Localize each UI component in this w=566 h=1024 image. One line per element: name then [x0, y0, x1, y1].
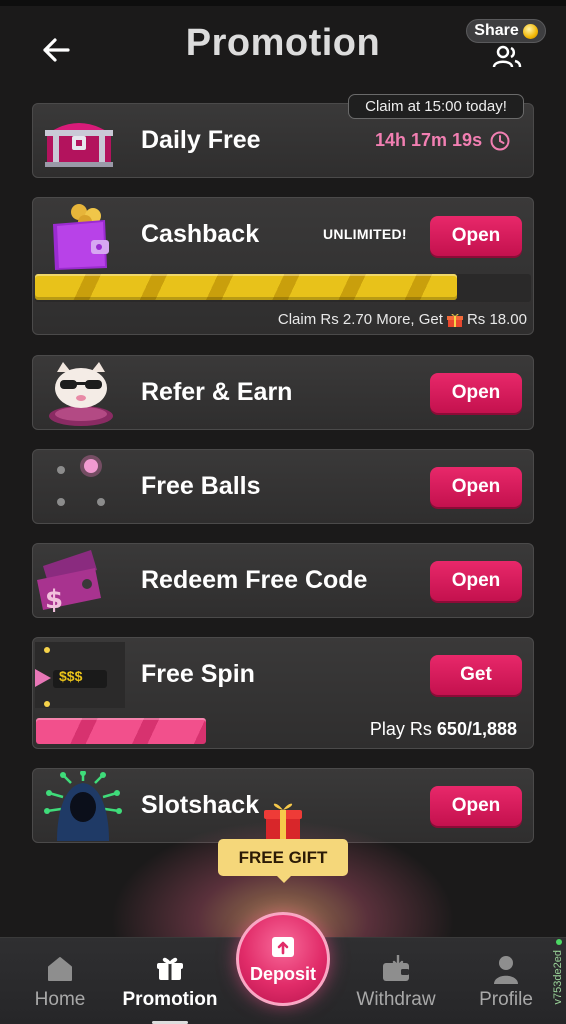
- deposit-icon: [272, 936, 294, 957]
- free-gift-button[interactable]: FREE GIFT: [218, 839, 348, 876]
- redeem-code-open-button[interactable]: Open: [430, 561, 522, 601]
- free-balls-card[interactable]: Free Balls Open: [32, 449, 534, 524]
- nav-promotion-label: Promotion: [122, 989, 218, 1010]
- wallet-download-icon: [383, 955, 409, 981]
- deposit-label: Deposit: [249, 963, 316, 984]
- nav-home[interactable]: Home: [28, 938, 92, 1024]
- profile-icon: [494, 956, 518, 984]
- daily-free-timer: 14h 17m 19s: [375, 130, 510, 151]
- gift-box-icon[interactable]: [262, 798, 304, 844]
- refer-earn-title: Refer & Earn: [141, 378, 293, 406]
- free-spin-play-prefix: Play Rs: [369, 719, 432, 739]
- nav-promotion[interactable]: Promotion: [118, 938, 222, 1024]
- cashback-card[interactable]: Cashback UNLIMITED! Open Claim Rs 2.70 M…: [32, 197, 534, 335]
- free-spin-play-value: 650/1,888: [436, 719, 517, 739]
- free-spin-play-text: Play Rs 650/1,888: [370, 719, 517, 740]
- slotshack-open-button[interactable]: Open: [430, 786, 522, 826]
- cashback-claim-suffix: Rs 18.00: [466, 311, 527, 328]
- free-spin-progress-fill: [36, 718, 206, 744]
- balls-icon: [57, 455, 105, 506]
- refer-earn-open-button[interactable]: Open: [430, 373, 522, 413]
- free-balls-open-button[interactable]: Open: [430, 467, 522, 507]
- svg-text:$: $: [45, 585, 63, 615]
- cashback-progress-fill: [35, 274, 457, 300]
- redeem-code-card[interactable]: $ Redeem Free Code Open: [32, 543, 534, 618]
- free-spin-card[interactable]: $$$ Free Spin Get Play Rs 650/1,888: [32, 637, 534, 749]
- users-icon: [492, 45, 522, 68]
- lucky-cat-icon: [49, 362, 113, 426]
- spin-icon-label: $$$: [59, 668, 83, 684]
- nav-profile-label: Profile: [479, 989, 533, 1010]
- free-spin-title: Free Spin: [141, 660, 255, 688]
- nav-withdraw[interactable]: Withdraw: [348, 938, 444, 1024]
- deposit-button[interactable]: Deposit: [236, 912, 330, 1006]
- free-balls-title: Free Balls: [141, 472, 261, 500]
- users-button[interactable]: [491, 44, 523, 70]
- slotshack-title: Slotshack: [141, 791, 260, 819]
- ticket-icon: $: [37, 550, 101, 615]
- version-label: v753de2ed: [552, 950, 564, 1005]
- wallet-icon: [53, 204, 109, 270]
- nav-withdraw-label: Withdraw: [356, 989, 436, 1010]
- cashback-claim-prefix: Claim Rs 2.70 More, Get: [277, 311, 443, 328]
- claim-time-tag: Claim at 15:00 today!: [348, 94, 524, 119]
- hacker-icon: [44, 771, 122, 841]
- refer-earn-card[interactable]: Refer & Earn Open: [32, 355, 534, 430]
- cashback-claim-text: Claim Rs 2.70 More, Get Rs 18.00: [278, 311, 527, 328]
- free-gift-pointer: [275, 874, 293, 883]
- cashback-progress-track: [35, 274, 531, 302]
- status-dot: [556, 939, 562, 945]
- home-icon: [48, 957, 72, 981]
- timer-text: 14h 17m 19s: [375, 130, 483, 150]
- gift-icon: [157, 957, 183, 980]
- nav-profile[interactable]: Profile: [474, 938, 538, 1024]
- unlimited-badge: UNLIMITED!: [323, 226, 407, 242]
- free-spin-get-button[interactable]: Get: [430, 655, 522, 695]
- redeem-code-title: Redeem Free Code: [141, 566, 368, 594]
- share-button[interactable]: Share: [466, 19, 546, 43]
- nav-home-label: Home: [34, 989, 86, 1010]
- clock-icon: [490, 131, 510, 150]
- coin-icon: [522, 23, 538, 39]
- daily-free-title: Daily Free: [141, 126, 261, 154]
- status-strip: [0, 0, 566, 6]
- gift-icon: [446, 313, 463, 327]
- cashback-title: Cashback: [141, 220, 260, 248]
- treasure-chest-icon: [45, 123, 113, 167]
- share-label: Share: [474, 22, 519, 39]
- cashback-open-button[interactable]: Open: [430, 216, 522, 256]
